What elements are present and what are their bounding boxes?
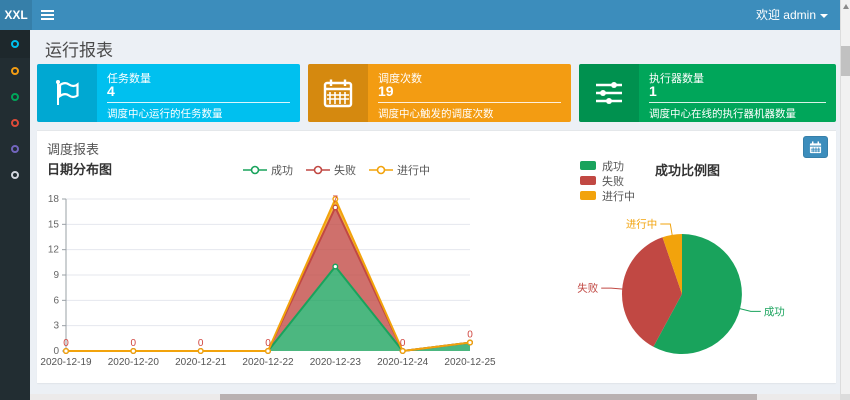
svg-text:成功: 成功 — [764, 306, 785, 318]
stat-value: 4 — [107, 83, 115, 99]
line-chart-legend: 成功失败进行中 — [242, 162, 430, 178]
sidebar-item-3[interactable] — [0, 84, 30, 110]
stat-description: 调度中心运行的任务数量 — [107, 106, 223, 121]
svg-text:18: 18 — [48, 194, 60, 205]
legend-item-失败[interactable]: 失败 — [305, 162, 356, 178]
stat-description: 调度中心触发的调度次数 — [378, 106, 494, 121]
circle-icon — [11, 119, 19, 127]
circle-icon — [11, 171, 19, 179]
stat-title: 执行器数量 — [649, 70, 704, 86]
panel-title: 调度报表 — [47, 139, 99, 158]
horizontal-scrollbar-thumb[interactable] — [220, 394, 757, 400]
vertical-scrollbar[interactable] — [840, 0, 850, 400]
success-ratio-pie-chart: 成功 失败 进行中 — [560, 183, 836, 383]
stat-value: 19 — [378, 83, 394, 99]
circle-icon — [11, 145, 19, 153]
divider — [107, 102, 290, 103]
svg-text:9: 9 — [53, 270, 59, 281]
horizontal-scrollbar[interactable] — [30, 394, 840, 400]
sidebar-item-2[interactable] — [0, 58, 30, 84]
divider — [649, 102, 826, 103]
svg-text:0: 0 — [400, 338, 406, 349]
date-range-button[interactable] — [803, 136, 828, 158]
svg-text:12: 12 — [48, 245, 60, 256]
sidebar-item-1[interactable] — [0, 30, 30, 58]
svg-text:0: 0 — [53, 346, 59, 357]
svg-text:2020-12-20: 2020-12-20 — [108, 357, 160, 368]
circle-icon — [11, 67, 19, 75]
circle-icon — [11, 40, 19, 48]
legend-item-成功[interactable]: 成功 — [242, 162, 293, 178]
svg-text:7: 7 — [333, 194, 339, 205]
svg-text:0: 0 — [265, 338, 271, 349]
svg-text:3: 3 — [53, 321, 59, 332]
svg-text:2020-12-25: 2020-12-25 — [444, 357, 496, 368]
vertical-scrollbar-thumb[interactable] — [841, 46, 850, 76]
stat-description: 调度中心在线的执行器机器数量 — [649, 106, 796, 121]
svg-text:0: 0 — [63, 338, 69, 349]
flag-icon — [37, 64, 97, 122]
hamburger-icon — [41, 8, 54, 22]
circle-icon — [11, 93, 19, 101]
sidebar-toggle-button[interactable] — [32, 0, 62, 30]
svg-text:15: 15 — [48, 219, 60, 230]
date-distribution-chart: 03691215182020-12-192020-12-202020-12-21… — [37, 184, 497, 380]
sidebar — [0, 30, 30, 400]
scroll-up-arrow-icon[interactable] — [843, 4, 849, 9]
legend-item-成功[interactable]: 成功 — [580, 158, 635, 173]
chevron-down-icon — [820, 14, 828, 18]
svg-text:2020-12-22: 2020-12-22 — [242, 357, 294, 368]
pie-chart-title: 成功比例图 — [655, 160, 720, 179]
svg-text:0: 0 — [467, 330, 473, 341]
stat-card-jobs: 任务数量 4 调度中心运行的任务数量 — [37, 64, 300, 122]
sidebar-item-6[interactable] — [0, 162, 30, 188]
divider — [378, 102, 561, 103]
calendar-icon — [308, 64, 368, 122]
svg-text:2020-12-23: 2020-12-23 — [310, 357, 362, 368]
svg-text:2020-12-24: 2020-12-24 — [377, 357, 429, 368]
stat-card-triggers: 调度次数 19 调度中心触发的调度次数 — [308, 64, 571, 122]
page-title: 运行报表 — [45, 36, 113, 61]
svg-text:0: 0 — [198, 338, 204, 349]
user-menu[interactable]: 欢迎 admin — [756, 0, 828, 30]
legend-swatch — [580, 161, 596, 170]
sidebar-item-5[interactable] — [0, 136, 30, 162]
sliders-icon — [579, 64, 639, 122]
svg-text:6: 6 — [53, 295, 59, 306]
svg-text:0: 0 — [131, 338, 137, 349]
legend-item-进行中[interactable]: 进行中 — [368, 162, 430, 178]
svg-text:2020-12-21: 2020-12-21 — [175, 357, 227, 368]
svg-text:进行中: 进行中 — [626, 217, 658, 230]
stat-card-executors: 执行器数量 1 调度中心在线的执行器机器数量 — [579, 64, 836, 122]
calendar-icon — [809, 141, 822, 154]
stat-value: 1 — [649, 83, 657, 99]
top-navbar: XXL 欢迎 admin — [0, 0, 850, 30]
welcome-label: 欢迎 admin — [756, 8, 816, 22]
scrollbar-corner — [840, 394, 850, 400]
svg-text:失败: 失败 — [577, 282, 598, 295]
report-panel: 调度报表 日期分布图 成功失败进行中 03691215182020-12-192… — [37, 130, 836, 383]
line-chart-title: 日期分布图 — [47, 159, 112, 178]
app-logo[interactable]: XXL — [0, 0, 32, 30]
sidebar-item-4[interactable] — [0, 110, 30, 136]
svg-text:2020-12-19: 2020-12-19 — [40, 357, 92, 368]
